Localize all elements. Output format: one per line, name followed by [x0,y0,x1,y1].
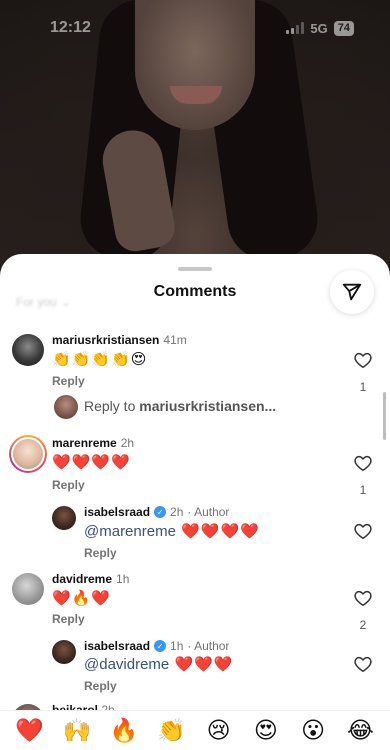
avatar[interactable] [9,435,47,473]
comment-username[interactable]: isabelsraad [84,505,150,519]
verified-badge-icon: ✓ [154,506,167,518]
comment-time: 2h [170,505,184,519]
emoji-crying-button[interactable]: 😢 [201,719,237,742]
comment-text: ❤️❤️❤️❤️ [52,454,131,471]
reply-button[interactable]: Reply [52,374,85,388]
comment-header: marenreme 2h [52,436,134,450]
comment-header: mariusrkristiansen 41m [52,333,187,347]
emoji-heart-eyes-button[interactable]: 😍 [248,719,284,742]
author-label: · Author [187,505,230,519]
scrollbar[interactable] [383,392,386,440]
status-bar: 12:12 5G 74 [0,0,390,56]
network-type: 5G [310,20,328,36]
comment-emojis: ❤️❤️❤️❤️ [181,523,260,540]
comment-time: 1h [116,572,130,586]
drag-handle[interactable] [178,267,212,271]
comments-sheet: For you ⌄ Comments mariusrkristiansen 41… [0,254,390,750]
emoji-laughing-button[interactable]: 😂 [342,719,378,742]
emoji-heart-button[interactable]: ❤️ [12,719,48,742]
status-time: 12:12 [50,19,91,36]
mention-link[interactable]: @marenreme [84,523,176,540]
comment-text: 👏👏👏👏😍 [52,351,148,368]
reply-prompt[interactable]: Reply to mariusrkristiansen... [84,398,276,414]
comment-header: isabelsraad ✓ 1h · Author [84,639,229,653]
like-count: 1 [359,483,367,497]
like-control [352,523,374,545]
verified-badge-icon: ✓ [154,640,167,652]
heart-outline-icon[interactable] [354,352,372,369]
reply-button[interactable]: Reply [52,478,85,492]
like-control: 1 [352,352,374,394]
heart-outline-icon[interactable] [354,590,372,607]
comment-time: 1h [170,639,184,653]
comment-time: 2h [120,436,135,450]
reply-button[interactable]: Reply [52,612,85,626]
current-user-avatar [54,395,78,419]
comment-text: ❤️🔥❤️ [52,590,112,607]
avatar[interactable] [12,334,44,366]
comment-username[interactable]: marenreme [52,436,117,450]
comment-username[interactable]: mariusrkristiansen [52,333,159,347]
like-count: 1 [359,380,367,394]
heart-outline-icon[interactable] [354,455,372,472]
filter-button[interactable] [330,270,374,314]
emoji-raised-hands-button[interactable]: 🙌 [59,719,95,742]
avatar[interactable] [52,640,76,664]
heart-outline-icon[interactable] [354,656,372,673]
reply-prompt-prefix: Reply to [84,398,136,414]
like-control [352,656,374,678]
comment-username[interactable]: isabelsraad [84,639,150,653]
comment-header: davidreme 1h [52,572,129,586]
reply-prompt-user: mariusrkristiansen... [139,398,277,414]
heart-outline-icon[interactable] [354,523,372,540]
emoji-clap-button[interactable]: 👏 [153,719,189,742]
reply-button[interactable]: Reply [84,679,117,693]
emoji-reaction-bar: ❤️ 🙌 🔥 👏 😢 😍 😮 😂 [0,710,390,750]
avatar[interactable] [12,573,44,605]
avatar[interactable] [52,506,76,530]
signal-icon [286,22,305,34]
mention-link[interactable]: @davidreme [84,656,169,673]
comment-username[interactable]: davidreme [52,572,112,586]
battery-icon: 74 [333,20,354,36]
status-indicators: 5G 74 [286,20,354,36]
comment-emojis: ❤️❤️❤️ [174,656,234,673]
like-control: 1 [352,455,374,497]
comment-text: @marenreme ❤️❤️❤️❤️ [84,522,260,540]
like-control: 2 [352,590,374,632]
comment-header: isabelsraad ✓ 2h · Author [84,505,229,519]
like-count: 2 [359,618,367,632]
comment-time: 41m [163,333,187,347]
emoji-fire-button[interactable]: 🔥 [106,719,142,742]
reply-button[interactable]: Reply [84,546,117,560]
filter-funnel-icon [342,283,362,301]
comment-text: @davidreme ❤️❤️❤️ [84,655,233,673]
author-label: · Author [187,639,230,653]
emoji-surprised-button[interactable]: 😮 [295,719,331,742]
